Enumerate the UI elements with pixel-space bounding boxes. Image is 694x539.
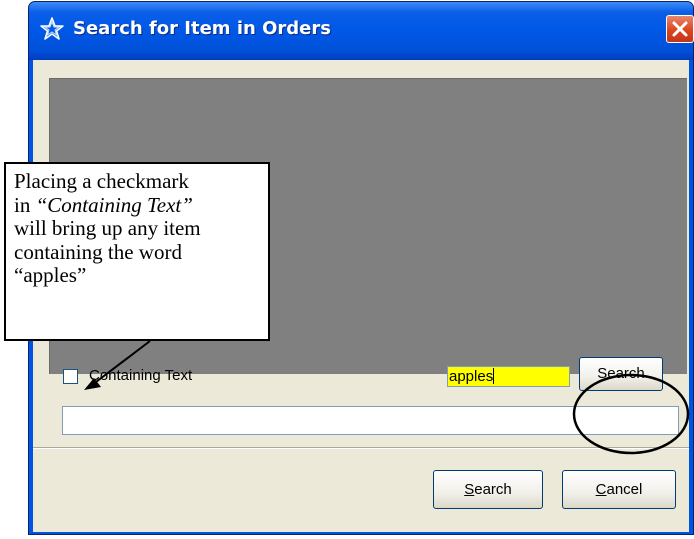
- callout-line-5: “apples”: [14, 263, 87, 287]
- star-outline-icon: [39, 16, 65, 42]
- search-button-label: Search: [597, 365, 645, 382]
- callout-line-1: Placing a checkmark: [14, 169, 189, 193]
- cancel-button-rest: ancel: [606, 481, 643, 498]
- search-input[interactable]: apples: [447, 366, 570, 387]
- x-icon: [672, 21, 688, 37]
- search-button-top[interactable]: Search: [579, 357, 663, 391]
- status-field[interactable]: [62, 406, 679, 435]
- cancel-mnemonic: C: [595, 481, 607, 498]
- footer-divider: [33, 447, 689, 449]
- search-input-value: apples: [449, 368, 494, 385]
- callout-line-2-prefix: in: [14, 192, 36, 217]
- text-caret: [493, 368, 495, 384]
- title-bar[interactable]: Search for Item in Orders: [29, 2, 694, 60]
- callout-line-2-italic: “Containing Text”: [35, 192, 193, 217]
- annotation-callout: Placing a checkmark in “Containing Text”…: [4, 162, 270, 341]
- containing-text-label[interactable]: Containing Text: [89, 367, 192, 384]
- callout-line-4: containing the word: [14, 239, 182, 264]
- search-mnemonic: S: [464, 481, 475, 498]
- containing-text-checkbox[interactable]: [63, 369, 78, 384]
- cancel-button[interactable]: Cancel: [562, 470, 676, 509]
- search-button-rest: earch: [474, 481, 512, 498]
- search-button-bottom[interactable]: Search: [433, 470, 543, 509]
- window-title: Search for Item in Orders: [73, 18, 331, 39]
- close-button[interactable]: [666, 15, 694, 43]
- callout-line-2: in “Containing Text”: [14, 192, 268, 218]
- callout-line-3: will bring up any item: [14, 216, 201, 240]
